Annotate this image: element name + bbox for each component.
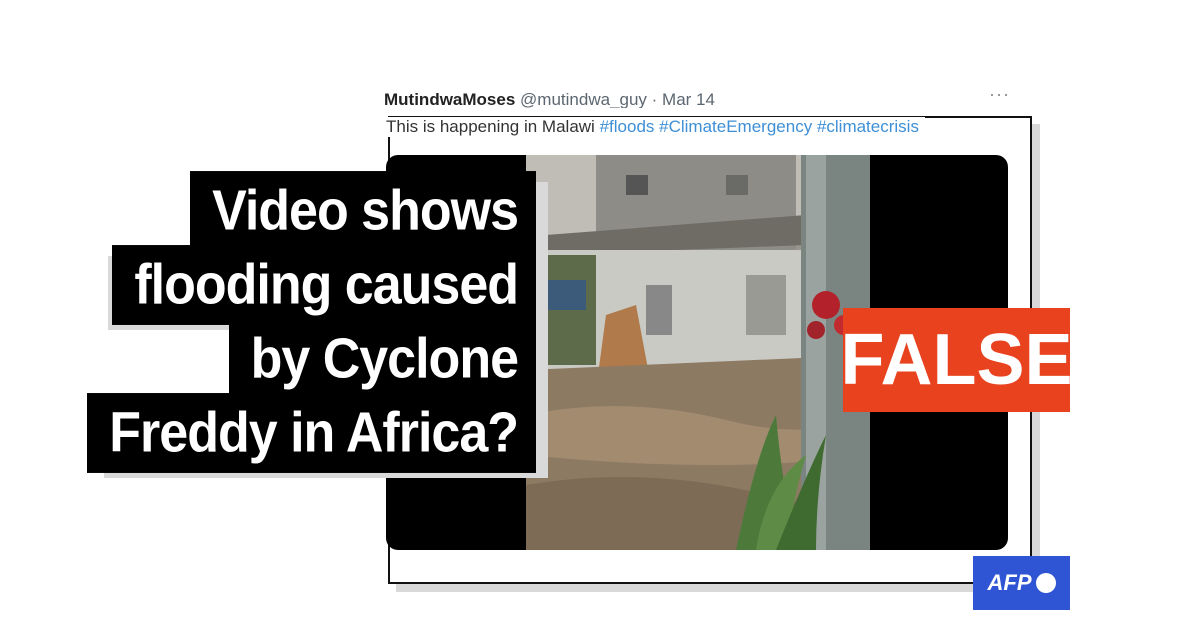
afp-dot-icon	[1035, 573, 1056, 593]
hashtag-climatecrisis[interactable]: #climatecrisis	[817, 117, 919, 136]
afp-logo: AFP	[973, 556, 1070, 610]
false-verdict-badge: FALSE	[840, 308, 1073, 412]
headline-line-3: by Cyclone	[228, 319, 536, 399]
tweet-header: MutindwaMoses @mutindwa_guy · Mar 14 ···	[384, 90, 1024, 108]
tweet-author[interactable]: MutindwaMoses	[384, 90, 515, 108]
tweet-date[interactable]: · Mar 14	[652, 90, 715, 108]
hashtag-climate-emergency[interactable]: #ClimateEmergency	[659, 117, 812, 136]
afp-logo-text: AFP	[987, 570, 1032, 595]
tweet-text: This is happening in Malawi #floods #Cli…	[386, 117, 925, 137]
headline-line-1: Video shows	[190, 171, 536, 251]
tweet-handle[interactable]: @mutindwa_guy	[520, 90, 647, 108]
headline-line-4: Freddy in Africa?	[87, 393, 536, 473]
hashtag-floods[interactable]: #floods	[600, 117, 655, 136]
video-frame	[526, 155, 870, 550]
tweet-body: This is happening in Malawi	[386, 117, 595, 136]
headline-line-2: flooding caused	[112, 245, 536, 325]
more-options-icon[interactable]: ···	[989, 90, 1010, 105]
